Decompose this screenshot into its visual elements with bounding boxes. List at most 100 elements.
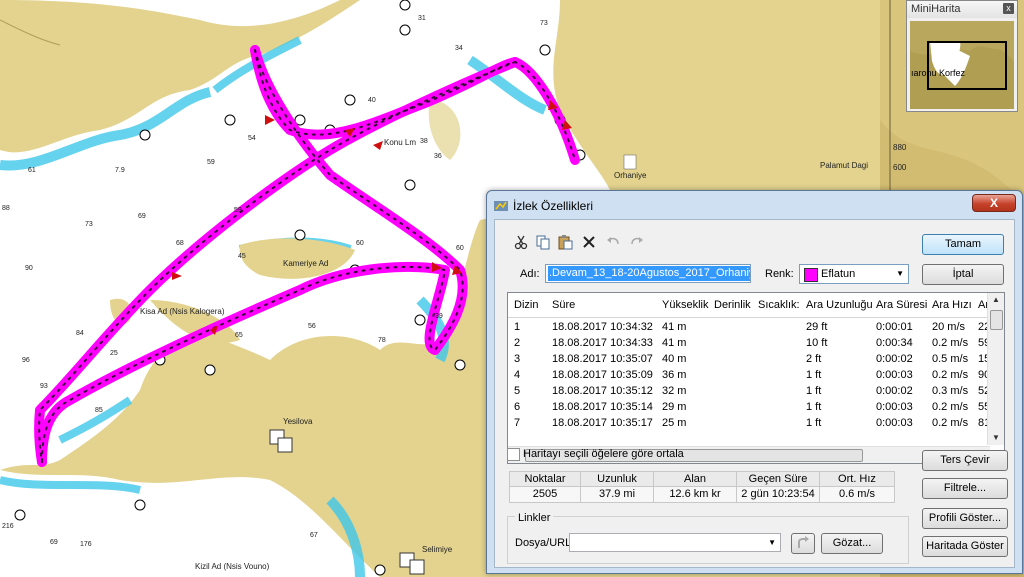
depth-label: 73 <box>540 20 548 27</box>
stat-points: Noktalar 2505 <box>510 472 581 502</box>
col-leg-speed[interactable]: Ara Hızı <box>932 299 972 311</box>
color-select[interactable]: Eflatun ▼ <box>799 264 909 284</box>
scroll-up-icon[interactable]: ▲ <box>992 295 1000 304</box>
depth-label: 61 <box>28 167 36 174</box>
col-temperature[interactable]: Sıcaklık: <box>758 299 800 311</box>
url-input[interactable]: ▼ <box>569 533 781 552</box>
color-value: Eflatun <box>821 268 856 280</box>
table-row[interactable]: 7 18.08.2017 10:35:17 25 m 1 ft 0:00:03 0.2 m… <box>508 415 994 431</box>
open-link-button[interactable] <box>791 533 815 554</box>
delete-icon[interactable] <box>581 234 597 250</box>
copy-icon[interactable] <box>535 234 551 250</box>
table-row[interactable]: 6 18.08.2017 10:35:14 29 m 1 ft 0:00:03 0.2 m… <box>508 399 994 415</box>
stat-elapsed: Geçen Süre 2 gün 10:23:54 <box>737 472 820 502</box>
col-index[interactable]: Dizin <box>514 299 538 311</box>
depth-label: 90 <box>25 265 33 272</box>
show-on-map-button[interactable]: Haritada Göster <box>922 536 1008 557</box>
depth-label: 54 <box>248 135 256 142</box>
depth-label: 59 <box>234 207 242 214</box>
reverse-button[interactable]: Ters Çevir <box>922 450 1008 471</box>
depth-label: 59 <box>207 159 215 166</box>
table-cell: 32 m <box>662 385 687 397</box>
depth-label: 96 <box>22 357 30 364</box>
col-leg-length[interactable]: Ara Uzunluğu <box>806 299 873 311</box>
mini-map-panel[interactable]: MiniHarita x ıaronu Korfez <box>906 0 1018 112</box>
table-cell: 1 ft <box>806 369 822 381</box>
dialog-close-button[interactable]: X <box>972 194 1016 212</box>
depth-label: 176 <box>80 541 92 548</box>
stat-length: Uzunluk 37.9 mi <box>581 472 654 502</box>
dialog-title: İzlek Özellikleri <box>513 199 594 213</box>
table-cell: 18.08.2017 10:35:07 <box>552 353 653 365</box>
place-label: Orhaniye <box>614 171 647 180</box>
vertical-scroll-thumb[interactable] <box>990 310 1003 330</box>
show-profile-button[interactable]: Profili Göster... <box>922 508 1008 529</box>
stat-points-label: Noktalar <box>510 472 580 487</box>
filter-button[interactable]: Filtrele... <box>922 478 1008 499</box>
table-cell: 7 <box>514 417 521 429</box>
depth-label: 56 <box>308 323 316 330</box>
col-leg-time[interactable]: Ara Süresi <box>876 299 927 311</box>
stat-length-label: Uzunluk <box>581 472 653 487</box>
chevron-down-icon[interactable]: ▼ <box>768 538 776 547</box>
table-row[interactable]: 1 18.08.2017 10:34:32 41 m 29 ft 0:00:01 20 m… <box>508 319 994 335</box>
table-row[interactable]: 4 18.08.2017 10:35:09 36 m 1 ft 0:00:03 0.2 m… <box>508 367 994 383</box>
mini-map-close-button[interactable]: x <box>1003 3 1014 14</box>
depth-label: 45 <box>238 253 246 260</box>
stat-avg-speed: Ort. Hız 0.6 m/s <box>820 472 894 502</box>
table-cell: 20 m/s <box>932 321 966 333</box>
table-cell: 0.2 m/s <box>932 401 969 413</box>
table-cell: 25 m <box>662 417 687 429</box>
table-cell: 4 <box>514 369 521 381</box>
redo-icon[interactable] <box>629 234 645 250</box>
depth-label: 60 <box>456 245 464 252</box>
cancel-button[interactable]: İptal <box>922 264 1004 285</box>
col-time[interactable]: Süre <box>552 299 575 311</box>
table-cell: 29 ft <box>806 321 828 333</box>
links-label: Linkler <box>515 512 554 524</box>
depth-label: 36 <box>434 153 442 160</box>
chevron-down-icon: ▼ <box>896 269 904 278</box>
track-points-table[interactable]: Dizin Süre Yükseklik Derinlik Sıcaklık: … <box>507 292 1005 464</box>
table-cell: 0.2 m/s <box>932 369 969 381</box>
center-map-checkbox[interactable] <box>507 448 520 461</box>
browse-button[interactable]: Gözat... <box>821 533 883 554</box>
table-cell: 3 <box>514 353 521 365</box>
table-cell: 29 m <box>662 401 687 413</box>
table-row[interactable]: 3 18.08.2017 10:35:07 40 m 2 ft 0:00:02 0.5 m… <box>508 351 994 367</box>
stat-points-value: 2505 <box>532 488 558 500</box>
ok-button[interactable]: Tamam <box>922 234 1004 255</box>
mini-map-image <box>910 21 1014 109</box>
table-cell: 18.08.2017 10:34:32 <box>552 321 653 333</box>
depth-label: 216 <box>2 523 14 530</box>
place-label: Selimiye <box>422 545 453 554</box>
stat-area-value: 12.6 km kr <box>669 488 721 500</box>
elevation-label: 600 <box>893 163 907 172</box>
col-altitude[interactable]: Yükseklik <box>662 299 708 311</box>
stat-area: Alan 12.6 km kr <box>654 472 737 502</box>
dialog-client-area: Tamam İptal Adı: .Devam_13_18-20Agustos_… <box>494 219 1015 568</box>
paste-icon[interactable] <box>557 234 573 250</box>
undo-icon[interactable] <box>605 234 621 250</box>
color-swatch <box>804 268 818 282</box>
place-label: Kisa Ad (Nsis Kalogera) <box>140 307 225 316</box>
place-label: Konu Lm <box>384 138 416 147</box>
dialog-titlebar[interactable]: İzlek Özellikleri X <box>487 191 1022 219</box>
table-cell: 40 m <box>662 353 687 365</box>
scroll-down-icon[interactable]: ▼ <box>992 433 1000 442</box>
stat-elapsed-value: 2 gün 10:23:54 <box>741 488 815 500</box>
table-cell: 2 ft <box>806 353 822 365</box>
table-cell: 1 ft <box>806 401 822 413</box>
vertical-scrollbar[interactable]: ▲ ▼ <box>987 293 1004 445</box>
table-row[interactable]: 2 18.08.2017 10:34:33 41 m 10 ft 0:00:34 0.2 … <box>508 335 994 351</box>
table-row[interactable]: 5 18.08.2017 10:35:12 32 m 1 ft 0:00:02 0.3 m… <box>508 383 994 399</box>
depth-label: 40 <box>368 97 376 104</box>
track-name-value: .Devam_13_18-20Agustos_2017_Orhaniye <box>548 266 750 281</box>
track-icon <box>494 201 508 211</box>
mini-map-view[interactable]: ıaronu Korfez <box>910 21 1014 109</box>
col-depth[interactable]: Derinlik <box>714 299 751 311</box>
cut-icon[interactable] <box>513 234 529 250</box>
stat-avg-speed-value: 0.6 m/s <box>838 488 876 500</box>
track-name-input[interactable]: .Devam_13_18-20Agustos_2017_Orhaniye <box>545 264 751 283</box>
track-properties-dialog[interactable]: İzlek Özellikleri X Tamam İptal Adı: .De… <box>486 190 1023 574</box>
